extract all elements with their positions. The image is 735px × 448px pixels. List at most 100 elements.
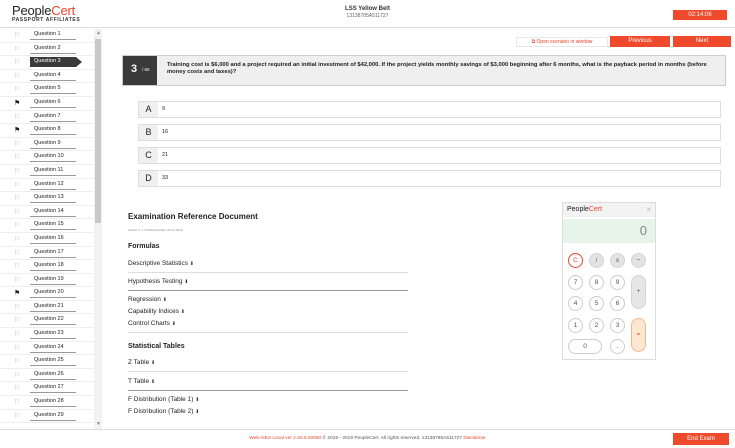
open-scenario-button[interactable]: ⧉ Open scenario in window: [516, 37, 608, 47]
sidebar-question-item[interactable]: ⚐ Question 23: [0, 328, 94, 342]
calc-divide-button[interactable]: /: [589, 253, 604, 268]
sidebar-question-item[interactable]: ⚐ Question 2: [0, 43, 94, 57]
sidebar-question-item[interactable]: ⚐ Question 26: [0, 369, 94, 383]
sidebar-question-item[interactable]: ⚐ Question 10: [0, 151, 94, 165]
sidebar-scrollbar[interactable]: ▲ ▼: [94, 29, 102, 429]
sidebar-question-item[interactable]: ⚐ Question 3: [0, 56, 94, 70]
next-button[interactable]: Next: [673, 36, 731, 47]
sidebar-question-item[interactable]: ⚐ Question 5: [0, 83, 94, 97]
calc-0-button[interactable]: 0: [568, 339, 602, 354]
sidebar-question-item[interactable]: ⚐ Question 15: [0, 219, 94, 233]
sidebar-question-item[interactable]: ⚐ Question 1: [0, 29, 94, 43]
flag-outline-icon[interactable]: ⚐: [14, 399, 21, 406]
f-distribution-table-2-link[interactable]: F Distribution (Table 2) ⬇: [128, 408, 199, 416]
sidebar-question-item[interactable]: ⚐ Question 14: [0, 206, 94, 220]
calc-8-button[interactable]: 8: [589, 275, 604, 290]
calc-7-button[interactable]: 7: [568, 275, 583, 290]
calc-plus-button[interactable]: +: [631, 275, 646, 309]
calculator-widget[interactable]: PeopleCert × 0 C / x − 7 8 9 + 4 5 6 1 2…: [562, 202, 656, 360]
disclaimer-link[interactable]: Disclaimer: [463, 436, 485, 441]
control-charts-link[interactable]: Control Charts ⬇: [128, 320, 176, 328]
calc-dot-button[interactable]: .: [610, 339, 625, 354]
flag-outline-icon[interactable]: ⚐: [14, 86, 21, 93]
sidebar-question-item[interactable]: ⚐ Question 18: [0, 260, 94, 274]
close-icon[interactable]: ×: [646, 205, 651, 214]
sidebar-question-item[interactable]: ⚐ Question 19: [0, 274, 94, 288]
flag-outline-icon[interactable]: ⚐: [14, 413, 21, 420]
sidebar-question-item[interactable]: ⚑ Question 8: [0, 124, 94, 138]
sidebar-question-item[interactable]: ⚐ Question 13: [0, 192, 94, 206]
sidebar-question-item[interactable]: ⚐ Question 12: [0, 179, 94, 193]
sidebar-question-item[interactable]: ⚐ Question 27: [0, 382, 94, 397]
capability-indices-link[interactable]: Capability Indices ⬇: [128, 308, 185, 316]
flag-outline-icon[interactable]: ⚐: [14, 59, 21, 66]
sidebar-question-item[interactable]: ⚐ Question 29: [0, 410, 94, 424]
f-distribution-table-1-link[interactable]: F Distribution (Table 1) ⬇: [128, 396, 199, 404]
flag-outline-icon[interactable]: ⚐: [14, 358, 21, 365]
flag-outline-icon[interactable]: ⚐: [14, 46, 21, 53]
flag-outline-icon[interactable]: ⚐: [14, 304, 21, 311]
flag-outline-icon[interactable]: ⚐: [14, 250, 21, 257]
flag-outline-icon[interactable]: ⚐: [14, 236, 21, 243]
end-exam-button[interactable]: End Exam: [673, 433, 729, 445]
calc-2-button[interactable]: 2: [589, 318, 604, 333]
flag-outline-icon[interactable]: ⚐: [14, 154, 21, 161]
hypothesis-testing-link[interactable]: Hypothesis Testing ⬇: [128, 278, 188, 286]
answer-option-a[interactable]: A 9: [138, 101, 721, 118]
sidebar-question-item[interactable]: ⚑ Question 6: [0, 97, 94, 111]
sidebar-question-item[interactable]: ⚐ Question 11: [0, 165, 94, 179]
calc-multiply-button[interactable]: x: [610, 253, 625, 268]
calculator-header[interactable]: PeopleCert ×: [563, 203, 655, 217]
flag-filled-icon[interactable]: ⚑: [14, 290, 21, 297]
sidebar-question-item[interactable]: ⚐ Question 16: [0, 233, 94, 247]
flag-outline-icon[interactable]: ⚐: [14, 168, 21, 175]
calc-clear-button[interactable]: C: [568, 253, 583, 268]
scrollbar-thumb[interactable]: [95, 39, 101, 223]
z-table-link[interactable]: Z Table ⬇: [128, 359, 155, 367]
calc-4-button[interactable]: 4: [568, 296, 583, 311]
flag-filled-icon[interactable]: ⚑: [14, 127, 21, 134]
scroll-down-icon[interactable]: ▼: [96, 422, 101, 427]
flag-outline-icon[interactable]: ⚐: [14, 317, 21, 324]
flag-outline-icon[interactable]: ⚐: [14, 73, 21, 80]
sidebar-question-item[interactable]: ⚐ Question 17: [0, 247, 94, 261]
sidebar-question-item[interactable]: ⚐ Question 9: [0, 138, 94, 152]
regression-link[interactable]: Regression ⬇: [128, 296, 167, 304]
sidebar-question-item[interactable]: ⚐ Question 28: [0, 396, 94, 410]
flag-filled-icon[interactable]: ⚑: [14, 100, 21, 107]
flag-outline-icon[interactable]: ⚐: [14, 345, 21, 352]
calc-6-button[interactable]: 6: [610, 296, 625, 311]
calc-1-button[interactable]: 1: [568, 318, 583, 333]
sidebar-question-item[interactable]: ⚐ Question 25: [0, 355, 94, 369]
answer-option-d[interactable]: D 33: [138, 170, 721, 187]
sidebar-question-item[interactable]: ⚑ Question 20: [0, 287, 94, 301]
flag-outline-icon[interactable]: ⚐: [14, 195, 21, 202]
flag-outline-icon[interactable]: ⚐: [14, 277, 21, 284]
calc-5-button[interactable]: 5: [589, 296, 604, 311]
t-table-link[interactable]: T Table ⬇: [128, 378, 155, 386]
flag-outline-icon[interactable]: ⚐: [14, 385, 21, 392]
flag-outline-icon[interactable]: ⚐: [14, 331, 21, 338]
calc-equals-button[interactable]: =: [631, 318, 646, 352]
sidebar-question-item[interactable]: ⚐ Question 24: [0, 342, 94, 356]
scroll-up-icon[interactable]: ▲: [96, 31, 101, 36]
flag-outline-icon[interactable]: ⚐: [14, 114, 21, 121]
flag-outline-icon[interactable]: ⚐: [14, 32, 21, 39]
flag-outline-icon[interactable]: ⚐: [14, 182, 21, 189]
sidebar-question-item[interactable]: ⚐ Question 22: [0, 314, 94, 329]
flag-outline-icon[interactable]: ⚐: [14, 141, 21, 148]
flag-outline-icon[interactable]: ⚐: [14, 222, 21, 229]
flag-outline-icon[interactable]: ⚐: [14, 372, 21, 379]
answer-option-b[interactable]: B 16: [138, 124, 721, 141]
flag-outline-icon[interactable]: ⚐: [14, 209, 21, 216]
answer-option-c[interactable]: C 21: [138, 147, 721, 164]
sidebar-question-item[interactable]: ⚐ Question 4: [0, 70, 94, 84]
flag-outline-icon[interactable]: ⚐: [14, 263, 21, 270]
previous-button[interactable]: Previous: [610, 36, 670, 47]
calc-minus-button[interactable]: −: [631, 253, 646, 268]
sidebar-question-item[interactable]: ⚐ Question 7: [0, 111, 94, 125]
descriptive-statistics-link[interactable]: Descriptive Statistics ⬇: [128, 260, 194, 268]
sidebar-question-item[interactable]: ⚐ Question 21: [0, 301, 94, 315]
calc-3-button[interactable]: 3: [610, 318, 625, 333]
calc-9-button[interactable]: 9: [610, 275, 625, 290]
